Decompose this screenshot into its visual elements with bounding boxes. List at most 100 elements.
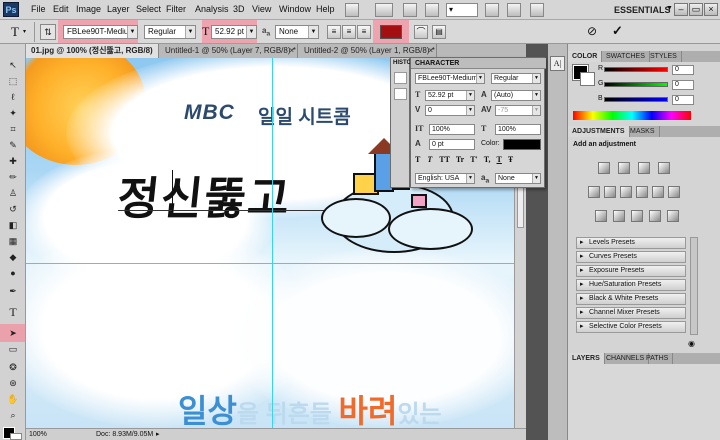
char-language-select[interactable]: English: USA ▼ — [415, 173, 475, 184]
faux-bold-button[interactable]: T — [415, 155, 420, 164]
channel-mixer-icon[interactable] — [668, 186, 680, 198]
posterize-icon[interactable] — [613, 210, 625, 222]
tab-doc-untitled-1[interactable]: Untitled-1 @ 50% (Layer 7, RGB/8) * × — [160, 44, 298, 58]
arrange-icon[interactable] — [375, 3, 393, 17]
bridge-icon[interactable] — [345, 3, 359, 17]
workspace-arrow-icon[interactable]: ▼ — [666, 5, 673, 12]
char-baseline-shift-input[interactable]: 0 pt — [429, 139, 475, 150]
tab-adjustments[interactable]: ADJUSTMENTS — [568, 126, 630, 137]
tab-paths[interactable]: PATHS — [642, 353, 674, 364]
history-tab[interactable]: HISTO — [393, 60, 411, 66]
cancel-edit-icon[interactable]: ⊘ — [587, 24, 597, 38]
font-style-select[interactable]: Regular ▼ — [144, 25, 196, 39]
char-tracking-input[interactable]: -75 ▼ — [495, 105, 541, 116]
zoom-view-icon[interactable] — [425, 3, 439, 17]
selective-color-icon[interactable] — [667, 210, 679, 222]
hand-view-icon[interactable] — [403, 3, 417, 17]
zoom-tool-icon[interactable]: ⌕ — [5, 408, 21, 422]
eraser-tool-icon[interactable]: ◧ — [5, 218, 21, 232]
type-tool-icon[interactable]: T — [5, 305, 21, 319]
curves-icon[interactable] — [638, 162, 650, 174]
gradient-tool-icon[interactable]: ▦ — [5, 234, 21, 248]
pen-tool-icon[interactable]: ✒ — [5, 284, 21, 298]
dodge-tool-icon[interactable]: ● — [5, 266, 21, 280]
tab-masks[interactable]: MASKS — [626, 126, 660, 137]
lasso-tool-icon[interactable]: ℓ — [5, 90, 21, 104]
char-antialias-select[interactable]: None ▼ — [495, 173, 541, 184]
tab-doc-01[interactable]: 01.jpg @ 100% (정신뚫고, RGB/8) * × — [26, 44, 159, 69]
antialias-select[interactable]: None ▼ — [275, 25, 319, 39]
underline-button[interactable]: T — [497, 155, 502, 164]
status-menu-arrow-icon[interactable]: ▸ — [156, 429, 160, 440]
channel-b-input[interactable]: 0 — [672, 95, 694, 105]
char-font-style-select[interactable]: Regular ▼ — [491, 73, 541, 84]
hue-saturation-icon[interactable] — [604, 186, 616, 198]
minimize-button[interactable]: – — [674, 3, 688, 16]
restore-button[interactable]: ▭ — [689, 3, 703, 16]
tab-swatches[interactable]: SWATCHES — [602, 51, 650, 62]
screen-mode-icon[interactable] — [530, 3, 544, 17]
menu-file[interactable]: File — [31, 4, 46, 14]
subscript-button[interactable]: T, — [484, 155, 491, 164]
char-horizontal-scale-input[interactable]: 100% — [495, 124, 541, 135]
char-color-swatch[interactable] — [503, 139, 541, 150]
channel-b-slider[interactable] — [604, 97, 668, 102]
tab-doc-untitled-2[interactable]: Untitled-2 @ 50% (Layer 1, RGB/8) * × — [299, 44, 437, 58]
close-tab-icon[interactable]: × — [428, 44, 433, 58]
invert-icon[interactable] — [595, 210, 607, 222]
marquee-tool-icon[interactable]: ⬚ — [5, 74, 21, 88]
workspace-switcher[interactable]: ESSENTIALS — [614, 5, 671, 15]
3d-orbit-tool-icon[interactable]: ⊛ — [5, 376, 21, 390]
path-selection-tool-icon[interactable]: ➤ — [5, 326, 21, 340]
font-family-select[interactable]: FBLee90T-Medium ▼ — [63, 25, 138, 39]
preset-levels[interactable]: Levels Presets — [576, 237, 686, 249]
align-left-button[interactable]: ≡ — [327, 25, 341, 39]
brightness-contrast-icon[interactable] — [598, 162, 610, 174]
menu-edit[interactable]: Edit — [53, 4, 69, 14]
close-tab-icon[interactable]: × — [289, 44, 294, 58]
commit-edit-icon[interactable]: ✓ — [612, 23, 623, 39]
clone-stamp-tool-icon[interactable]: ♙ — [5, 186, 21, 200]
preset-exposure[interactable]: Exposure Presets — [576, 265, 686, 277]
color-spectrum-ramp[interactable] — [573, 111, 691, 120]
char-font-size-input[interactable]: 52.92 pt ▼ — [425, 90, 475, 101]
tab-layers[interactable]: LAYERS — [568, 353, 605, 364]
char-leading-input[interactable]: (Auto) ▼ — [491, 90, 541, 101]
brush-tool-icon[interactable]: ✏ — [5, 170, 21, 184]
extras-icon[interactable] — [507, 3, 521, 17]
levels-icon[interactable] — [618, 162, 630, 174]
all-caps-button[interactable]: TT — [439, 155, 450, 164]
type-tool-preset-icon[interactable]: T — [11, 24, 19, 40]
character-panel-icon[interactable]: A| — [550, 56, 565, 71]
menu-window[interactable]: Window — [279, 4, 311, 14]
channel-g-input[interactable]: 0 — [672, 80, 694, 90]
align-right-button[interactable]: ≡ — [357, 25, 371, 39]
main-title-text[interactable]: 정신뚫고 — [115, 162, 295, 227]
preset-channel-mixer[interactable]: Channel Mixer Presets — [576, 307, 686, 319]
healing-brush-tool-icon[interactable]: ✚ — [5, 154, 21, 168]
superscript-button[interactable]: T' — [470, 155, 478, 164]
menu-image[interactable]: Image — [76, 4, 101, 14]
color-balance-icon[interactable] — [620, 186, 632, 198]
preset-hue-saturation[interactable]: Hue/Saturation Presets — [576, 279, 686, 291]
menu-help[interactable]: Help — [316, 4, 335, 14]
menu-select[interactable]: Select — [136, 4, 161, 14]
tab-color[interactable]: COLOR — [568, 51, 603, 62]
channel-r-input[interactable]: 0 — [672, 65, 694, 75]
vibrance-icon[interactable] — [588, 186, 600, 198]
preset-curves[interactable]: Curves Presets — [576, 251, 686, 263]
magic-wand-tool-icon[interactable]: ✦ — [5, 106, 21, 120]
move-tool-icon[interactable]: ↖ — [5, 58, 21, 72]
photo-filter-icon[interactable] — [652, 186, 664, 198]
menu-layer[interactable]: Layer — [107, 4, 130, 14]
align-center-button[interactable]: ≡ — [342, 25, 356, 39]
faux-italic-button[interactable]: T — [427, 155, 432, 164]
presets-scrollbar[interactable] — [690, 237, 698, 335]
menu-3d[interactable]: 3D — [233, 4, 245, 14]
crop-tool-icon[interactable]: ⌗ — [5, 122, 21, 136]
hand-tool-icon[interactable]: ✋ — [5, 392, 21, 406]
small-caps-button[interactable]: Tr — [456, 155, 464, 164]
preset-black-white[interactable]: Black & White Presets — [576, 293, 686, 305]
background-color-swatch[interactable] — [10, 433, 22, 440]
3d-rotate-tool-icon[interactable]: ❂ — [5, 360, 21, 374]
